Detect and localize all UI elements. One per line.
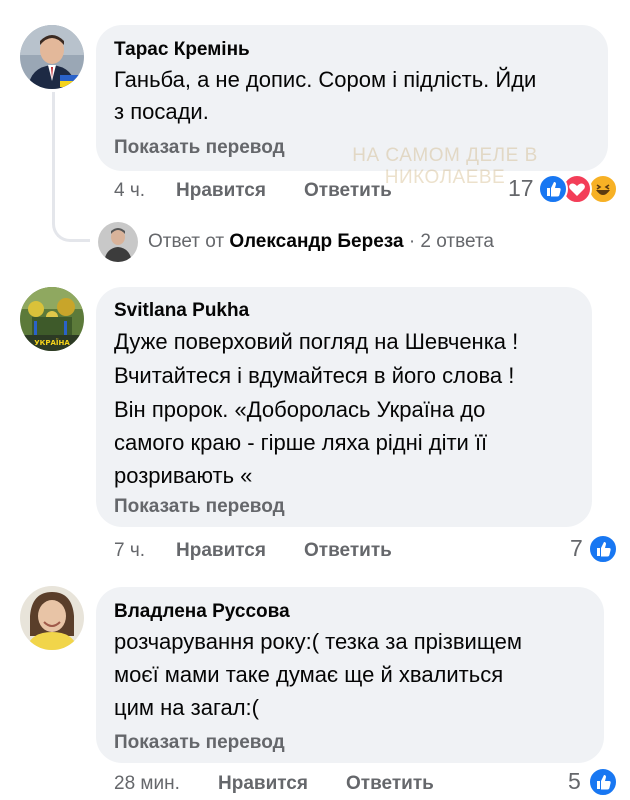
comment-author[interactable]: Svitlana Pukha	[114, 300, 249, 322]
show-translation-link[interactable]: Показать перевод	[114, 496, 285, 518]
comment-time[interactable]: 7 ч.	[114, 540, 145, 562]
comment-text-line: розчарування року:( тезка за прізвищем	[114, 629, 523, 654]
show-translation-link[interactable]: Показать перевод	[114, 732, 285, 754]
like-icon[interactable]	[538, 174, 568, 204]
reply-button[interactable]: Ответить	[304, 540, 392, 562]
comment-time[interactable]: 4 ч.	[114, 180, 145, 202]
avatar-caption: УКРАЇНА	[34, 338, 70, 347]
like-icon[interactable]	[588, 767, 618, 797]
haha-icon[interactable]	[588, 174, 618, 204]
comment-text-line: Він пророк. «Доборолась Україна до	[114, 397, 486, 422]
avatar-svitlana[interactable]: УКРАЇНА	[20, 287, 84, 351]
like-button[interactable]: Нравится	[176, 180, 266, 202]
avatar-oleksandr[interactable]	[98, 222, 138, 262]
reply-button[interactable]: Ответить	[304, 180, 392, 202]
comment-text-line: Дуже поверховий погляд на Шевченка !	[114, 329, 519, 354]
view-replies-link[interactable]: Ответ от Олександр Береза · 2 ответа	[148, 231, 494, 253]
comment-text-line: цим на загал:(	[114, 695, 259, 720]
comment-text-line: Ганьба, а не допис. Сором і підлість. Йд…	[114, 67, 537, 92]
comment-text-line: з посади.	[114, 99, 209, 124]
comment-author[interactable]: Владлена Руссова	[114, 601, 290, 623]
like-icon[interactable]	[588, 534, 618, 564]
comment-text-line: розривають «	[114, 463, 253, 488]
comment-author[interactable]: Тарас Кремінь	[114, 39, 250, 61]
reply-button[interactable]: Ответить	[346, 773, 434, 795]
avatar-vladlena[interactable]	[20, 586, 84, 650]
comment-text-line: моєї мами таке думає ще й хвалиться	[114, 662, 504, 687]
comment-text-line: самого краю - гірше ляха рідні діти її	[114, 430, 488, 455]
thread-connector	[52, 92, 90, 242]
reaction-count[interactable]: 5	[568, 768, 581, 795]
comment-time[interactable]: 28 мин.	[114, 773, 180, 795]
like-button[interactable]: Нравится	[218, 773, 308, 795]
reaction-count[interactable]: 17	[508, 175, 534, 202]
reaction-count[interactable]: 7	[570, 535, 583, 562]
show-translation-link[interactable]: Показать перевод	[114, 137, 285, 159]
like-button[interactable]: Нравится	[176, 540, 266, 562]
avatar-taras[interactable]	[20, 25, 84, 89]
comment-text-line: Вчитайтеся і вдумайтеся в його слова !	[114, 363, 515, 388]
